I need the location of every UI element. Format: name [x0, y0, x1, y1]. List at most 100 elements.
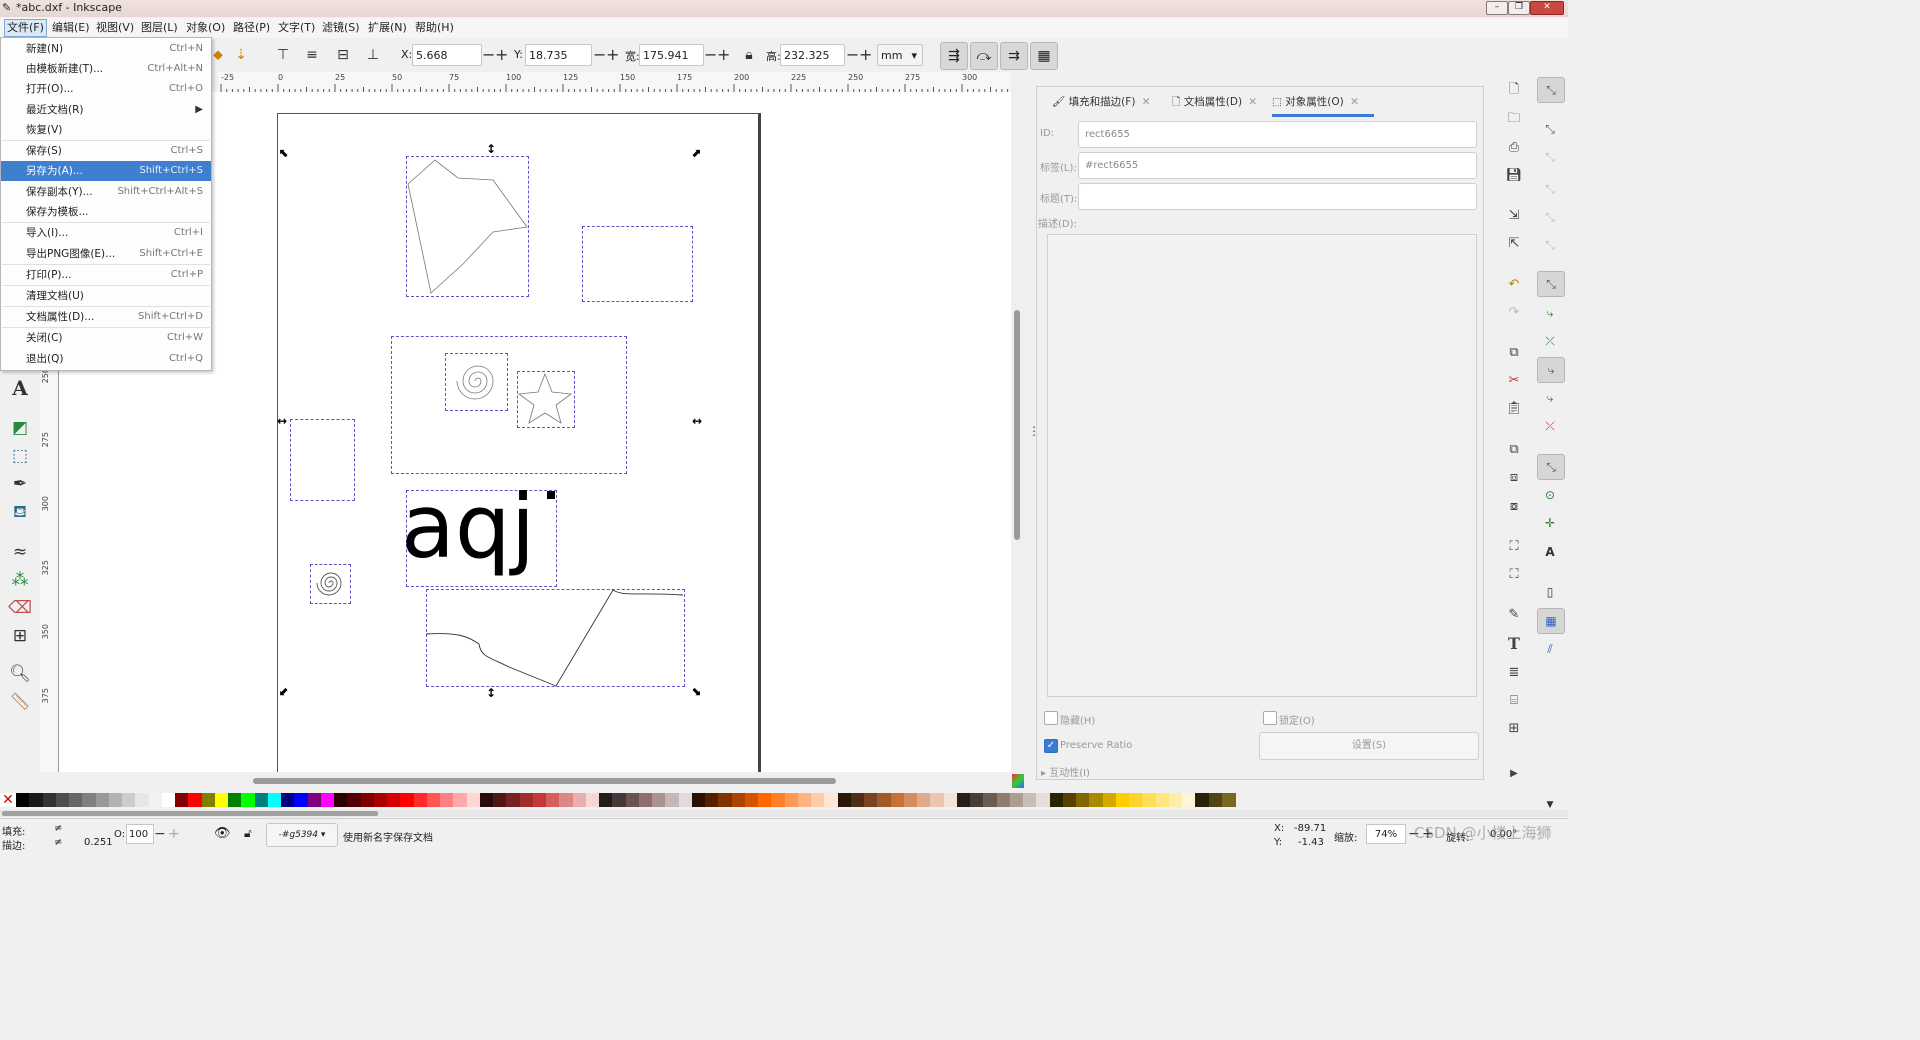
width-input[interactable]: 175.941 [639, 44, 704, 66]
color-swatch[interactable] [506, 793, 521, 807]
zoom-input[interactable]: 74% [1366, 824, 1406, 844]
color-swatch[interactable] [413, 793, 428, 807]
color-swatch[interactable] [1221, 793, 1236, 807]
redo-icon[interactable]: ↷ [1503, 302, 1525, 324]
new-document-icon[interactable]: 🗋︎ [1503, 79, 1525, 101]
minimize-button[interactable]: – [1486, 1, 1508, 15]
eraser-tool-icon[interactable]: ⌫ [8, 596, 32, 620]
color-swatch[interactable] [877, 793, 892, 807]
scale-stroke-toggle[interactable]: ⇶ [940, 42, 968, 70]
label-input[interactable]: #rect6655 [1078, 152, 1477, 179]
move-gradients-toggle[interactable]: ⇉ [1000, 42, 1028, 70]
layer-lock-icon[interactable]: 🔓︎ [244, 826, 252, 841]
color-swatch[interactable] [864, 793, 878, 807]
undo-icon[interactable]: ↶ [1503, 274, 1525, 296]
color-swatch[interactable] [334, 793, 348, 807]
color-swatch[interactable] [930, 793, 945, 807]
color-swatch[interactable] [811, 793, 825, 807]
tab-fill-stroke[interactable]: 🖌︎ 填充和描边(F) ✕ [1052, 90, 1151, 114]
menu-extensions[interactable]: 扩展(N) [366, 20, 409, 36]
color-swatch[interactable] [281, 793, 295, 807]
close-button[interactable]: ✕ [1530, 1, 1564, 15]
color-swatch[interactable] [175, 793, 189, 807]
menu-item-export-png[interactable]: 导出PNG图像(E)... Shift+Ctrl+E [1, 244, 211, 264]
color-swatch[interactable] [917, 793, 931, 807]
menu-item-revert[interactable]: 恢复(V) [1, 120, 211, 140]
color-swatch[interactable] [638, 793, 653, 807]
color-swatch[interactable] [1049, 793, 1064, 807]
color-swatch[interactable] [758, 793, 772, 807]
menu-item-save-as[interactable]: 另存为(A)... Shift+Ctrl+S [1, 161, 211, 181]
maximize-button[interactable]: ❐ [1508, 1, 1530, 15]
color-swatch[interactable] [254, 793, 269, 807]
print-icon[interactable]: ⎙ [1503, 137, 1525, 159]
menu-item-recent[interactable]: 最近文档(R) ▶ [1, 100, 211, 120]
cut-icon[interactable]: ✂ [1503, 370, 1525, 392]
menu-item-new[interactable]: 新建(N) Ctrl+N [1, 39, 211, 59]
snap-bbox-corner-toggle[interactable]: ⤡ [1537, 177, 1563, 201]
color-swatch[interactable] [241, 793, 256, 807]
width-increment-icon[interactable]: + [717, 44, 730, 66]
close-tab-icon[interactable]: ✕ [1248, 96, 1257, 108]
stroke-width-value[interactable]: 0.251 [84, 837, 113, 848]
palette-scroll-thumb[interactable] [2, 811, 378, 816]
clone-icon[interactable]: ⧈ [1503, 467, 1525, 489]
interactivity-expander[interactable]: ▸ 互动性(I) [1041, 764, 1090, 779]
color-swatch[interactable] [1089, 793, 1104, 807]
menu-item-document-properties[interactable]: 文档属性(D)... Shift+Ctrl+D [1, 307, 211, 327]
color-swatch[interactable] [493, 793, 507, 807]
align-center-icon[interactable]: ≡ [301, 44, 323, 66]
snap-bbox-center-toggle[interactable]: ⤡ [1537, 233, 1563, 257]
color-swatch[interactable] [148, 793, 163, 807]
unit-select[interactable]: mm ▾ [877, 44, 923, 66]
menu-item-save-copy[interactable]: 保存副本(Y)... Shift+Ctrl+Alt+S [1, 182, 211, 202]
color-swatch[interactable] [1182, 793, 1196, 807]
color-swatch[interactable] [983, 793, 998, 807]
height-increment-icon[interactable]: + [859, 44, 872, 66]
color-swatch[interactable] [1195, 793, 1210, 807]
duplicate-icon[interactable]: ⧉ [1503, 439, 1525, 461]
menu-layer[interactable]: 图层(L) [139, 20, 180, 36]
preserve-ratio-checkbox[interactable]: ✓ [1044, 739, 1058, 753]
snap-cusp-toggle[interactable]: ⤷ [1537, 357, 1565, 383]
paint-bucket-tool-icon[interactable]: ⛾ [8, 500, 32, 524]
color-swatch[interactable] [1208, 793, 1223, 807]
x-input[interactable]: 5.668 [412, 44, 482, 66]
color-swatch[interactable] [294, 793, 309, 807]
height-decrement-icon[interactable]: − [846, 44, 859, 66]
layers-dialog-icon[interactable]: ≣ [1503, 662, 1525, 684]
color-swatch[interactable] [214, 793, 229, 807]
menu-item-save-template[interactable]: 保存为模板... [1, 202, 211, 222]
color-swatch[interactable] [585, 793, 600, 807]
color-swatch[interactable] [188, 793, 203, 807]
xml-editor-icon[interactable]: ⌸ [1503, 690, 1525, 712]
id-input[interactable]: rect6655 [1078, 121, 1477, 148]
open-file-icon[interactable]: 🗀︎ [1503, 108, 1525, 130]
color-swatch[interactable] [996, 793, 1011, 807]
color-swatch[interactable] [1168, 793, 1183, 807]
color-swatch[interactable] [824, 793, 839, 807]
color-swatch[interactable] [161, 793, 176, 807]
fill-indicator[interactable]: ≠ [54, 823, 62, 834]
tab-document-properties[interactable]: 🗋︎ 文档属性(D) ✕ [1172, 90, 1257, 114]
color-swatch[interactable] [1155, 793, 1170, 807]
menu-text[interactable]: 文字(T) [276, 20, 317, 36]
color-swatch[interactable] [744, 793, 759, 807]
menu-item-import[interactable]: 导入(I)... Ctrl+I [1, 223, 211, 243]
color-swatch[interactable] [108, 793, 123, 807]
color-swatch[interactable] [943, 793, 958, 807]
y-increment-icon[interactable]: + [606, 44, 619, 66]
color-swatch[interactable] [453, 793, 468, 807]
export-icon[interactable]: ⇱ [1503, 233, 1525, 255]
tweak-tool-icon[interactable]: ≈ [8, 540, 32, 564]
tab-object-properties[interactable]: ⬚ 对象属性(O) ✕ [1272, 90, 1374, 117]
opacity-input[interactable]: 100 [126, 824, 154, 844]
copy-icon[interactable]: ⧉ [1503, 342, 1525, 364]
color-swatch[interactable] [1129, 793, 1143, 807]
hide-checkbox[interactable] [1044, 711, 1058, 725]
snap-grid-toggle[interactable]: ▦ [1537, 608, 1565, 634]
snap-text-baseline-toggle[interactable]: A [1537, 540, 1563, 564]
ungroup-icon[interactable]: ⛶ [1503, 564, 1525, 586]
canvas-text-aqj[interactable]: aqj [401, 472, 535, 582]
measure-tool-icon[interactable]: 📏︎ [8, 690, 32, 714]
